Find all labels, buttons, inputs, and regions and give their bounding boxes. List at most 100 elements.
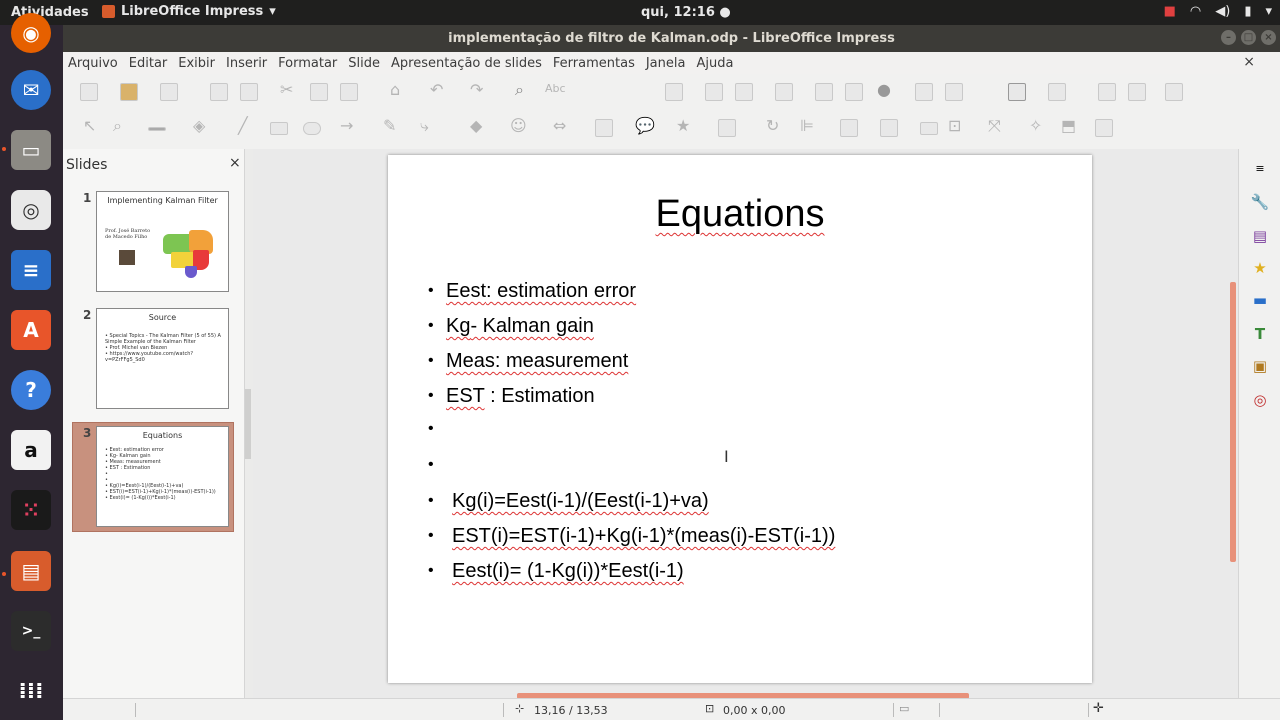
document-modified-icon[interactable]: ▭ xyxy=(899,702,909,715)
bullet-item[interactable]: • Eest: estimation error xyxy=(428,280,636,303)
line-color-icon[interactable] xyxy=(148,127,166,131)
select-icon[interactable]: ↖ xyxy=(83,116,96,135)
slide-layout-icon[interactable] xyxy=(1128,83,1146,101)
chart-icon[interactable] xyxy=(845,83,863,101)
rotate-icon[interactable]: ↻ xyxy=(766,116,779,135)
show-apps-icon[interactable]: ⁞⁞⁞ xyxy=(11,671,51,711)
spelling-icon[interactable]: Abc xyxy=(545,82,566,95)
empty-bullet[interactable]: • xyxy=(428,418,446,441)
connector-icon[interactable]: ⤷ xyxy=(420,116,429,136)
table-icon[interactable] xyxy=(775,83,793,101)
clock[interactable]: qui, 12:16 ● xyxy=(641,5,731,20)
chevron-down-icon[interactable]: ▾ xyxy=(1265,4,1272,19)
export-pdf-icon[interactable] xyxy=(210,83,228,101)
thunderbird-icon[interactable]: ✉ xyxy=(11,70,51,110)
text-box-icon[interactable] xyxy=(915,83,933,101)
rectangle-icon[interactable] xyxy=(270,122,288,135)
files-icon[interactable]: ▭ xyxy=(11,130,51,170)
bullet-item[interactable]: • Kg- Kalman gain xyxy=(428,315,594,338)
empty-bullet[interactable]: • xyxy=(428,454,446,477)
smiley-icon[interactable]: ☺ xyxy=(510,116,527,135)
shadow-icon[interactable] xyxy=(880,119,898,137)
menu-janela[interactable]: Janela xyxy=(646,56,686,71)
slide-transition-icon[interactable] xyxy=(1165,83,1183,101)
menu-slide[interactable]: Slide xyxy=(348,56,380,71)
menu-editar[interactable]: Editar xyxy=(129,56,168,71)
properties-icon[interactable]: 🔧 xyxy=(1249,191,1271,213)
master-slides-icon[interactable]: ▬ xyxy=(1249,289,1271,311)
line-icon[interactable]: ╱ xyxy=(238,116,248,135)
align-icon[interactable]: ⊫ xyxy=(800,116,814,135)
gallery-icon[interactable]: ▣ xyxy=(1249,355,1271,377)
menu-apresentacao[interactable]: Apresentação de slides xyxy=(391,56,542,71)
splitter-grip[interactable] xyxy=(245,389,251,459)
navigator-icon[interactable]: ◎ xyxy=(1249,389,1271,411)
help-icon[interactable]: ? xyxy=(11,370,51,410)
image-icon[interactable] xyxy=(815,83,833,101)
impress-icon[interactable]: ▤ xyxy=(11,551,51,591)
sidebar-menu-icon[interactable]: ≡ xyxy=(1249,157,1271,179)
curve-icon[interactable]: ✎ xyxy=(383,116,396,135)
undo-icon[interactable]: ↶ xyxy=(430,80,443,99)
app-menu[interactable]: LibreOffice Impress ▾ xyxy=(102,4,276,19)
fontwork-icon[interactable] xyxy=(945,83,963,101)
slide-thumbnail-1[interactable]: 1 Implementing Kalman Filter Prof. José … xyxy=(73,191,233,299)
menu-inserir[interactable]: Inserir xyxy=(226,56,267,71)
print-icon[interactable] xyxy=(240,83,258,101)
copy-icon[interactable] xyxy=(310,83,328,101)
equation-item[interactable]: • Kg(i)=Eest(i-1)/(Eest(i-1)+va) xyxy=(428,490,709,513)
basic-shapes-icon[interactable] xyxy=(1008,83,1026,101)
new-icon[interactable] xyxy=(80,83,98,101)
firefox-icon[interactable]: ◉ xyxy=(11,13,51,53)
maximize-button[interactable]: □ xyxy=(1241,30,1256,45)
close-pane-icon[interactable]: × xyxy=(229,155,241,171)
points-icon[interactable]: ⤧ xyxy=(988,116,1001,136)
insert-slide-icon[interactable] xyxy=(1048,83,1066,101)
slide-transition-icon[interactable]: ▤ xyxy=(1249,225,1271,247)
media-icon[interactable]: ● xyxy=(877,80,891,99)
block-arrow-icon[interactable]: ⇔ xyxy=(553,116,566,135)
system-tray[interactable]: ■ ◠ ◀) ▮ ▾ xyxy=(1164,4,1272,19)
paste-icon[interactable] xyxy=(340,83,358,101)
fit-slide-icon[interactable]: ✛ xyxy=(1093,701,1104,716)
dots-app-icon[interactable]: ⁙ xyxy=(11,490,51,530)
diamond-shape-icon[interactable]: ◆ xyxy=(470,116,482,135)
slide-title[interactable]: Equations xyxy=(388,193,1092,236)
start-slideshow-icon[interactable] xyxy=(735,83,753,101)
master-slide-icon[interactable] xyxy=(705,83,723,101)
cut-icon[interactable]: ✂ xyxy=(280,80,293,99)
menu-exibir[interactable]: Exibir xyxy=(178,56,215,71)
display-grid-icon[interactable] xyxy=(665,83,683,101)
menu-ferramentas[interactable]: Ferramentas xyxy=(553,56,635,71)
menu-ajuda[interactable]: Ajuda xyxy=(696,56,733,71)
wifi-icon[interactable]: ◠ xyxy=(1190,4,1201,19)
bullet-item[interactable]: • Meas: measurement xyxy=(428,350,628,373)
duplicate-slide-icon[interactable] xyxy=(1098,83,1116,101)
star-icon[interactable]: ★ xyxy=(676,116,690,135)
vertical-scrollbar[interactable] xyxy=(1230,282,1236,562)
minimize-button[interactable]: – xyxy=(1221,30,1236,45)
pane-splitter[interactable] xyxy=(245,149,253,698)
flowchart-icon[interactable] xyxy=(595,119,613,137)
slide-thumbnail-2[interactable]: 2 Source • Special Topics - The Kalman F… xyxy=(73,308,233,416)
rhythmbox-icon[interactable]: ◎ xyxy=(11,190,51,230)
amazon-icon[interactable]: a xyxy=(11,430,51,470)
bullet-item[interactable]: • EST : Estimation xyxy=(428,385,595,408)
terminal-icon[interactable]: >_ xyxy=(11,611,51,651)
writer-icon[interactable]: ≡ xyxy=(11,250,51,290)
close-document-icon[interactable]: × xyxy=(1243,54,1255,70)
menu-arquivo[interactable]: Arquivo xyxy=(68,56,118,71)
arrow-icon[interactable]: → xyxy=(340,116,353,135)
battery-icon[interactable]: ▮ xyxy=(1244,4,1251,19)
ellipse-icon[interactable] xyxy=(303,122,321,135)
styles-icon[interactable]: T xyxy=(1249,323,1271,345)
crop-icon[interactable] xyxy=(920,122,938,135)
slide-canvas[interactable]: Equations • Eest: estimation error • Kg- K… xyxy=(388,155,1092,683)
open-icon[interactable] xyxy=(120,83,138,101)
more-tools-icon[interactable] xyxy=(1095,119,1113,137)
arrange-icon[interactable] xyxy=(840,119,858,137)
zoom-icon[interactable]: ⌕ xyxy=(113,116,122,136)
slide-thumbnail-3[interactable]: 3 Equations • Eest: estimation error • K… xyxy=(73,426,233,534)
fill-color-icon[interactable]: ◈ xyxy=(193,116,205,135)
callout-icon[interactable]: 💬 xyxy=(635,116,655,135)
